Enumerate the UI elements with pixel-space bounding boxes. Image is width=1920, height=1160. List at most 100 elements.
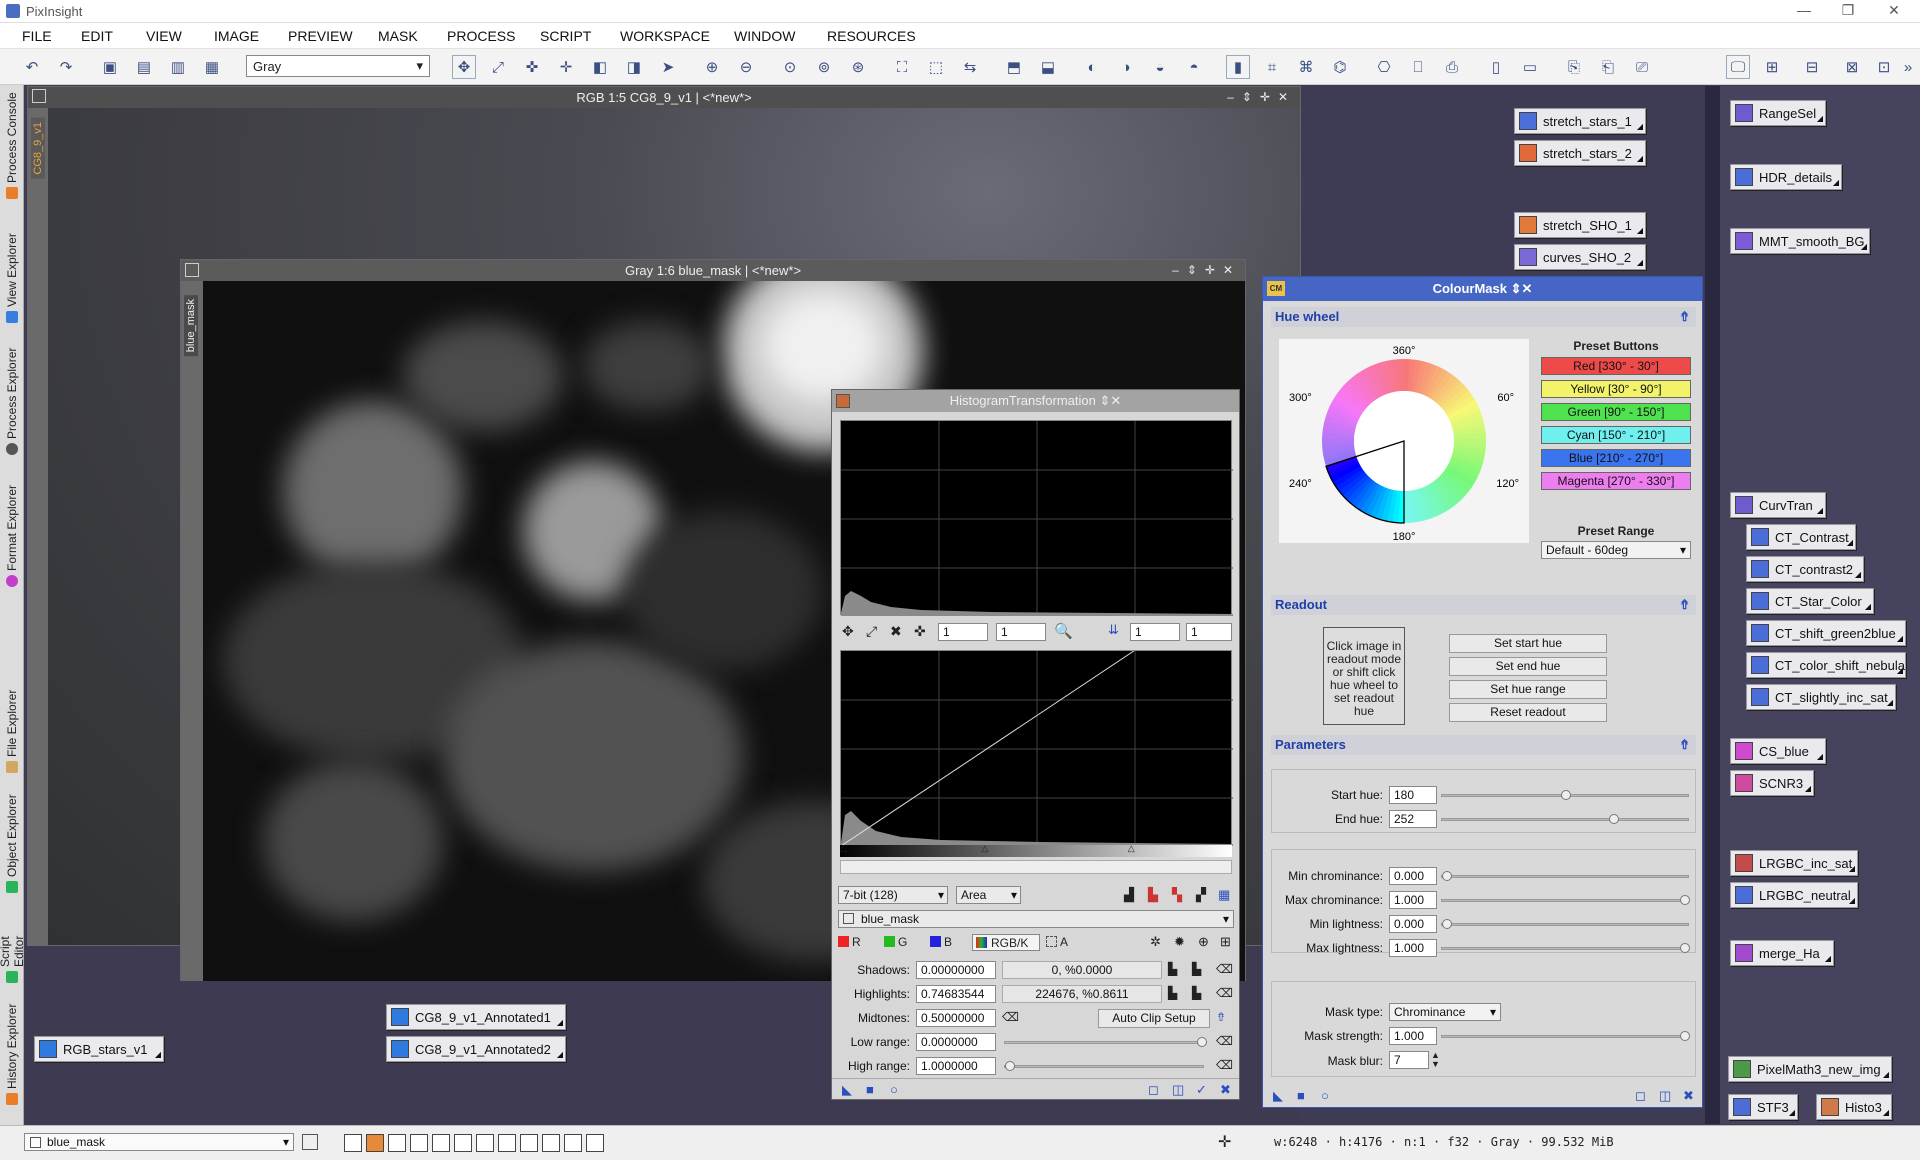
apply-icon[interactable]: ■ — [1297, 1088, 1305, 1103]
process-icon-merge_ha[interactable]: merge_Ha ◢ — [1730, 940, 1834, 966]
start-hue-input[interactable]: 180 — [1389, 786, 1437, 804]
workspace-layout-button[interactable] — [366, 1134, 384, 1152]
mask-blur-spinner[interactable]: ▲ ▼ — [1431, 1051, 1440, 1069]
mask-invert-icon[interactable]: ◒ — [1148, 55, 1172, 79]
menu-edit[interactable]: EDIT — [81, 28, 113, 44]
rgb-view-tab[interactable]: CG8_9_v1 — [31, 118, 45, 179]
more-icon[interactable]: » — [1900, 55, 1916, 79]
red-channel-label[interactable]: R — [852, 935, 861, 949]
tab-process-explorer[interactable]: Process Explorer — [1, 333, 23, 461]
view-toggle-icon[interactable] — [302, 1134, 318, 1150]
mask-strength-slider[interactable] — [1441, 1031, 1690, 1041]
window-menu-icon[interactable] — [185, 263, 199, 277]
high-range-slider[interactable] — [1004, 1061, 1204, 1071]
hue-wheel-svg[interactable]: 360° 60° 120° 180° 240° 300° — [1279, 339, 1529, 543]
zoom-optimal-icon[interactable]: ⊛ — [846, 55, 870, 79]
slider-knob[interactable] — [1005, 1061, 1015, 1071]
red-channel-icon[interactable] — [838, 936, 849, 947]
pan-mode-icon[interactable]: ✜ — [520, 55, 544, 79]
preset-button-3[interactable]: Cyan [150° - 210°] — [1541, 426, 1691, 444]
process-icon-rangesel[interactable]: RangeSel ◢ — [1730, 100, 1826, 126]
pointer-icon[interactable]: ➤ — [656, 55, 680, 79]
process-icon-rgb_stars_v1[interactable]: RGB_stars_v1 ◢ — [34, 1036, 164, 1062]
slider-knob[interactable] — [1442, 919, 1452, 929]
auto-shadows-icon[interactable]: ▙ — [1192, 962, 1201, 976]
layout2-icon[interactable]: ▭ — [1518, 55, 1542, 79]
preset-button-5[interactable]: Magenta [270° - 330°] — [1541, 472, 1691, 490]
crosshair-icon[interactable]: ⊞ — [1220, 934, 1231, 950]
preset-button-2[interactable]: Green [90° - 150°] — [1541, 403, 1691, 421]
save-icon[interactable]: ▥ — [166, 55, 190, 79]
mask-type-select[interactable]: Chrominance ▾ — [1389, 1003, 1501, 1021]
rgb-graph-icon[interactable]: ▙ — [1148, 887, 1158, 903]
pan-icon[interactable]: ✜ — [914, 623, 926, 640]
process-icon-ct_slightly_inc_sat[interactable]: CT_slightly_inc_sat ◢ — [1746, 684, 1896, 710]
menu-mask[interactable]: MASK — [378, 28, 418, 44]
preset-button-1[interactable]: Yellow [30° - 90°] — [1541, 380, 1691, 398]
new-instance-icon[interactable]: ◣ — [1273, 1088, 1283, 1104]
zoom-reset-icon[interactable]: ✖ — [890, 623, 902, 640]
window-buttons[interactable]: –⇕✛✕ — [1227, 87, 1296, 108]
output-histogram-graph[interactable] — [840, 650, 1233, 847]
process-icon-cg8_9_v1_annotated1[interactable]: CG8_9_v1_Annotated1 ◢ — [386, 1004, 566, 1030]
redo-icon[interactable]: ↷ — [54, 55, 78, 79]
midtones-marker[interactable]: △ — [981, 843, 988, 854]
menu-resources[interactable]: RESOURCES — [827, 28, 916, 44]
process-icon-stf3[interactable]: STF3 ◢ — [1728, 1094, 1798, 1120]
tab-format-explorer[interactable]: Format Explorer — [1, 465, 23, 593]
window-buttons[interactable]: –⇕✛✕ — [1172, 260, 1241, 281]
readout-mode-icon[interactable]: ✥ — [452, 55, 476, 79]
histogram-transformation-window[interactable]: HistogramTransformation ⇕✕ ✥ ⤢ ✖ ✜ 1 1 🔍… — [831, 389, 1240, 1100]
start-hue-slider[interactable] — [1441, 790, 1689, 800]
set-end-hue-button[interactable]: Set end hue — [1449, 657, 1607, 676]
set-start-hue-button[interactable]: Set start hue — [1449, 634, 1607, 653]
process2-icon[interactable]: ⎕ — [1406, 55, 1430, 79]
process-icon-histo3[interactable]: Histo3 ◢ — [1816, 1094, 1892, 1120]
zoom-h-input[interactable]: 1 — [938, 623, 988, 641]
collapse-icon[interactable]: ⇮ — [1679, 737, 1690, 753]
low-range-input[interactable]: 0.0000000 — [916, 1033, 996, 1051]
process-icon-ct_color_shift_nebula[interactable]: CT_color_shift_nebula ◢ — [1746, 652, 1906, 678]
active-view-select[interactable]: blue_mask ▾ — [24, 1133, 294, 1151]
slider-knob[interactable] — [1442, 871, 1452, 881]
preset-button-4[interactable]: Blue [210° - 270°] — [1541, 449, 1691, 467]
cm-titlebar[interactable]: CM ColourMask ⇕✕ — [1263, 277, 1702, 301]
blue-channel-label[interactable]: B — [944, 935, 952, 949]
crosshair-icon[interactable]: ✛ — [1218, 1132, 1231, 1152]
tab-script-editor[interactable]: Script Editor — [0, 903, 26, 989]
process-icon-lrgbc_neutral[interactable]: LRGBC_neutral ◢ — [1730, 882, 1858, 908]
slider-knob[interactable] — [1608, 814, 1619, 824]
script2-icon[interactable]: ⎗ — [1596, 55, 1620, 79]
workspace-layout-button[interactable] — [388, 1134, 406, 1152]
collapse-icon[interactable]: ⇮ — [1679, 597, 1690, 613]
rgbk-channel-button[interactable]: RGB/K — [972, 934, 1040, 951]
shadows-input[interactable]: 0.00000000 — [916, 961, 996, 979]
workspace-layout-button[interactable] — [476, 1134, 494, 1152]
zoom-mode-icon[interactable]: ⤢ — [486, 55, 510, 79]
workspace-layout-button[interactable] — [344, 1134, 362, 1152]
edit-preview-icon[interactable]: ◧ — [588, 55, 612, 79]
workspace-layout-button[interactable] — [564, 1134, 582, 1152]
process-icon-ct_contrast2[interactable]: CT_contrast2 ◢ — [1746, 556, 1864, 582]
gray-window-titlebar[interactable]: Gray 1:6 blue_mask | <*new*> –⇕✛✕ — [181, 260, 1245, 281]
process-icon-stretch_stars_1[interactable]: stretch_stars_1 ◢ — [1514, 108, 1646, 134]
process-icon-ct_shift_green2blue[interactable]: CT_shift_green2blue ◢ — [1746, 620, 1906, 646]
hue-wheel-section-header[interactable]: Hue wheel ⇮ — [1271, 307, 1696, 327]
process-icon-mmt_smooth_bg[interactable]: MMT_smooth_BG ◢ — [1730, 228, 1870, 254]
open-icon[interactable]: ▤ — [132, 55, 156, 79]
log-graph-icon[interactable]: ▟ — [1124, 887, 1134, 903]
mask-enable-icon[interactable]: ▮ — [1226, 55, 1250, 79]
menu-view[interactable]: VIEW — [146, 28, 182, 44]
mask-show-icon[interactable]: ◑ — [1114, 55, 1138, 79]
reset-midtones-icon[interactable]: ⌫ — [1002, 1010, 1019, 1024]
clip-highlights-icon[interactable]: ▙ — [1168, 986, 1177, 1000]
min-chrominance-input[interactable]: 0.000 — [1389, 867, 1437, 885]
rgb2-graph-icon[interactable]: ▚ — [1172, 887, 1182, 903]
alpha-channel-icon[interactable] — [1046, 936, 1057, 947]
min-lightness-slider[interactable] — [1441, 919, 1689, 929]
doc-icon[interactable]: ◫ — [1172, 1082, 1184, 1098]
green-channel-icon[interactable] — [884, 936, 895, 947]
new-instance-icon[interactable]: ◣ — [842, 1082, 852, 1098]
rgb-window-titlebar[interactable]: RGB 1:5 CG8_9_v1 | <*new*> –⇕✛✕ — [28, 87, 1300, 108]
target-icon[interactable]: ⊕ — [1198, 934, 1209, 950]
